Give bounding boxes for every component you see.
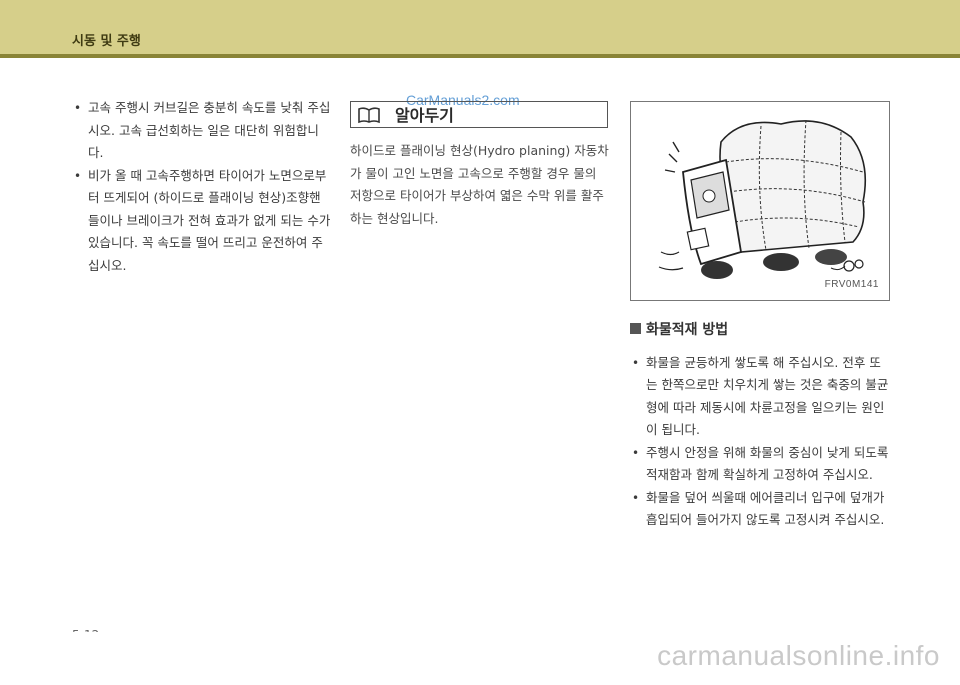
overloaded-truck-drawing xyxy=(658,119,867,279)
chapter-title: 시동 및 주행 xyxy=(72,34,141,49)
note-body: 하이드로 플래이닝 현상(Hydro planing) 자동차가 물이 고인 노… xyxy=(350,143,609,226)
truck-illustration: FRV0M141 xyxy=(630,101,890,301)
list-item: 화물을 덮어 씌울때 에어클리너 입구에 덮개가 흡입되어 들어가지 않도록 고… xyxy=(630,487,892,532)
note-title: 알아두기 xyxy=(395,106,454,125)
section-title: 화물적재 방법 xyxy=(646,322,729,338)
header-rule xyxy=(0,54,960,58)
left-bullet-list: 고속 주행시 커브길은 충분히 속도를 낮춰 주십시오. 고속 급선회하는 일은… xyxy=(72,97,332,277)
square-bullet-icon xyxy=(630,323,641,334)
list-item: 비가 올 때 고속주행하면 타이어가 노면으로부터 뜨게되어 (하이드로 플래이… xyxy=(72,165,332,278)
note-header-box: 알아두기 xyxy=(350,101,608,128)
footer-watermark: carmanualsonline.info xyxy=(657,640,940,671)
right-column: FRV0M141 화물적재 방법 화물을 균등하게 쌓도록 해 주십시오. 전후… xyxy=(630,101,892,532)
list-item: 화물을 균등하게 쌓도록 해 주십시오. 전후 또는 한쪽으로만 치우치게 쌓는… xyxy=(630,352,892,442)
middle-column: 알아두기 하이드로 플래이닝 현상(Hydro planing) 자동차가 물이… xyxy=(350,101,610,230)
open-book-icon xyxy=(358,107,380,124)
section-bullet-list: 화물을 균등하게 쌓도록 해 주십시오. 전후 또는 한쪽으로만 치우치게 쌓는… xyxy=(630,352,892,532)
footer-watermark-band: carmanualsonline.info xyxy=(0,632,960,685)
left-column: 고속 주행시 커브길은 충분히 속도를 낮춰 주십시오. 고속 급선회하는 일은… xyxy=(72,97,332,277)
list-item: 고속 주행시 커브길은 충분히 속도를 낮춰 주십시오. 고속 급선회하는 일은… xyxy=(72,97,332,165)
list-item: 주행시 안정을 위해 화물의 중심이 낮게 되도록 적재함과 함께 확실하게 고… xyxy=(630,442,892,487)
section-heading: 화물적재 방법 xyxy=(630,319,892,342)
header-band xyxy=(0,0,960,54)
figure-code: FRV0M141 xyxy=(824,278,879,290)
